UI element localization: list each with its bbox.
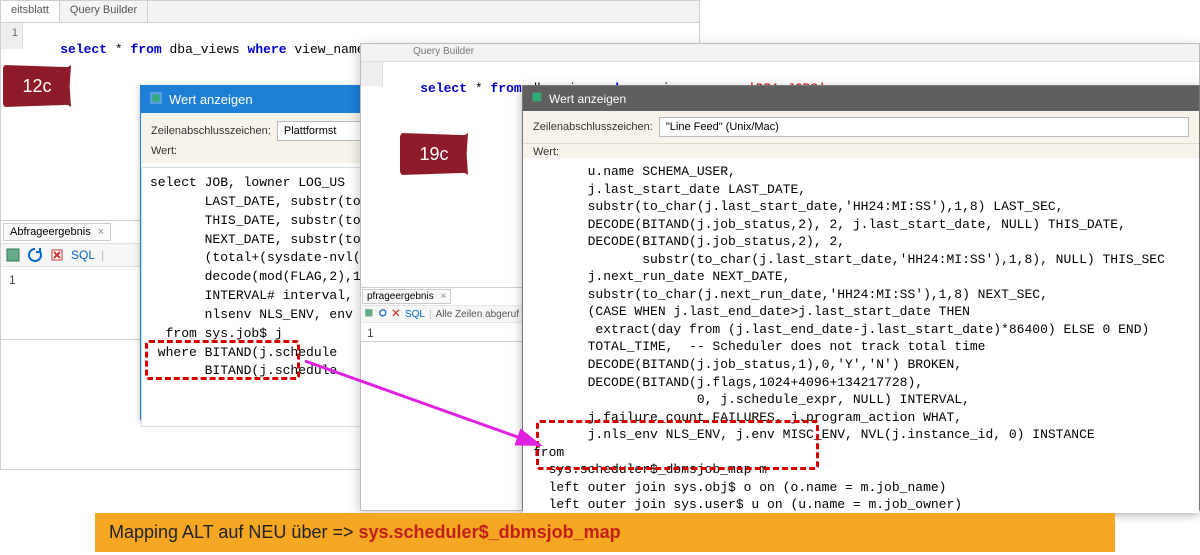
kw-select: select bbox=[60, 42, 107, 57]
delete-icon[interactable] bbox=[49, 247, 65, 263]
fetched-hint: Alle Zeilen abgeruf bbox=[436, 309, 519, 320]
tab-worksheet[interactable]: eitsblatt bbox=[1, 1, 60, 22]
result-tab-label: Abfrageergebnis bbox=[10, 226, 91, 238]
version-flag-19c: 19c bbox=[400, 133, 468, 175]
refresh-icon[interactable] bbox=[378, 308, 388, 320]
dialog-body-19c: Zeilenabschlusszeichen: bbox=[523, 111, 1199, 144]
line-ending-select[interactable] bbox=[277, 121, 369, 141]
line-gutter-12c: 1 bbox=[1, 23, 23, 49]
kw-select: select bbox=[420, 81, 467, 96]
refresh-icon[interactable] bbox=[27, 247, 43, 263]
dialog-title: Wert anzeigen bbox=[549, 92, 626, 106]
delete-icon[interactable] bbox=[391, 308, 401, 320]
toolbar-sep: | bbox=[429, 309, 432, 320]
banner-text-2: sys.scheduler$_dbmsjob_map bbox=[359, 522, 621, 542]
dialog-titlebar-19c[interactable]: Wert anzeigen bbox=[523, 86, 1199, 111]
result-tab-19c[interactable]: pfrageergebnis × bbox=[362, 289, 451, 304]
dialog-icon bbox=[531, 91, 543, 106]
line-ending-select[interactable] bbox=[659, 117, 1189, 137]
result-row-number: 1 bbox=[361, 323, 522, 343]
summary-banner: Mapping ALT auf NEU über => sys.schedule… bbox=[95, 513, 1115, 552]
value-label: Wert: bbox=[523, 144, 1199, 158]
tabstrip-12c: eitsblatt Query Builder bbox=[1, 1, 699, 23]
value-label: Wert: bbox=[151, 145, 369, 157]
pin-icon[interactable] bbox=[364, 308, 374, 320]
sql-table: dba_views bbox=[170, 42, 240, 57]
tab-query-builder[interactable]: Query Builder bbox=[60, 1, 148, 22]
result-tab-12c[interactable]: Abfrageergebnis × bbox=[3, 223, 111, 241]
pin-icon[interactable] bbox=[5, 247, 21, 263]
result-toolbar-19c: SQL | Alle Zeilen abgeruf bbox=[361, 305, 522, 323]
line-ending-label: Zeilenabschlusszeichen: bbox=[533, 121, 653, 133]
sql-star: * bbox=[475, 81, 483, 96]
sql-star: * bbox=[115, 42, 123, 57]
close-icon[interactable]: × bbox=[98, 226, 104, 238]
result-tab-label: pfrageergebnis bbox=[367, 291, 434, 302]
sql-button[interactable]: SQL bbox=[405, 309, 425, 320]
result-row-number: 1 bbox=[1, 267, 154, 293]
kw-from: from bbox=[490, 81, 521, 96]
sql-button[interactable]: SQL bbox=[71, 248, 95, 262]
tab-query-builder-19c[interactable]: Query Builder bbox=[361, 44, 1199, 62]
dialog-body-12c: Zeilenabschlusszeichen: Wert: bbox=[141, 113, 379, 163]
kw-from: from bbox=[130, 42, 161, 57]
kw-where: where bbox=[248, 42, 287, 57]
dialog-icon bbox=[149, 91, 163, 108]
banner-text-1: Mapping ALT auf NEU über => bbox=[109, 522, 359, 542]
value-dialog-12c: Wert anzeigen Zeilenabschlusszeichen: We… bbox=[140, 85, 380, 420]
dialog-title: Wert anzeigen bbox=[169, 92, 253, 107]
line-ending-label: Zeilenabschlusszeichen: bbox=[151, 125, 271, 137]
close-icon[interactable]: × bbox=[441, 291, 447, 302]
result-panel-19c: pfrageergebnis × SQL | Alle Zeilen abger… bbox=[360, 287, 523, 342]
dialog-titlebar-12c[interactable]: Wert anzeigen bbox=[141, 86, 379, 113]
result-toolbar-12c: SQL | bbox=[1, 243, 154, 267]
result-panel-12c: Abfrageergebnis × SQL | 1 bbox=[0, 220, 155, 340]
sql-col: view_name bbox=[294, 42, 364, 57]
value-text-19c[interactable]: u.name SCHEMA_USER, j.last_start_date LA… bbox=[523, 158, 1199, 513]
value-dialog-19c: Wert anzeigen Zeilenabschlusszeichen: We… bbox=[522, 85, 1200, 510]
toolbar-sep: | bbox=[101, 248, 104, 262]
line-gutter-19c bbox=[361, 62, 383, 86]
value-text-12c[interactable]: select JOB, lowner LOG_US LAST_DATE, sub… bbox=[141, 167, 379, 427]
version-flag-12c: 12c bbox=[3, 65, 71, 107]
